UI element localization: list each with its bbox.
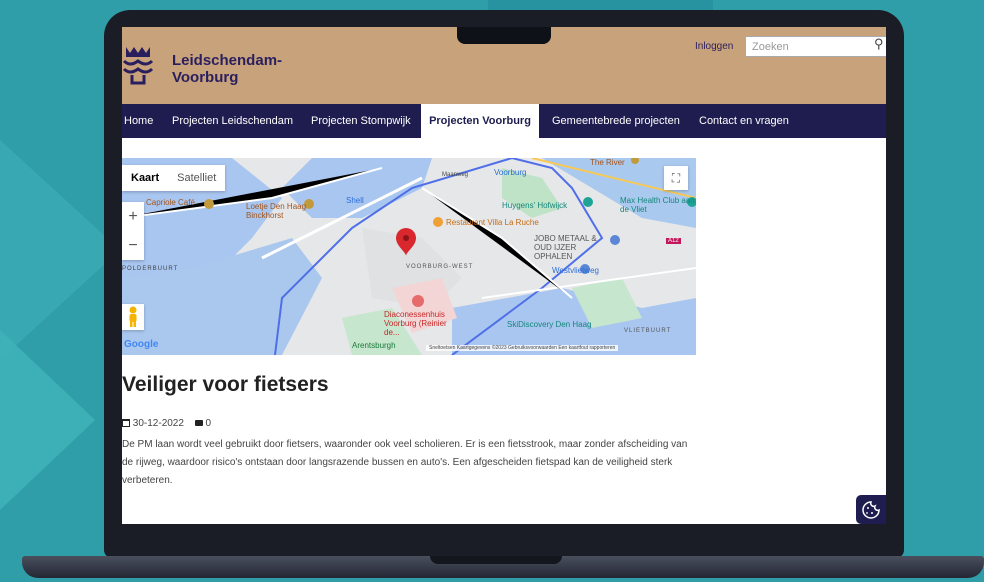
- map-type-kaart[interactable]: Kaart: [122, 165, 168, 191]
- map-label-capriole[interactable]: Capriole Café: [146, 198, 195, 207]
- nav-item-contact-en-vragen[interactable]: Contact en vragen: [699, 104, 789, 138]
- cookie-icon: [862, 501, 880, 519]
- comment-icon: [194, 420, 203, 426]
- map-label-shell[interactable]: Shell: [346, 196, 364, 205]
- map-zoom-control: + −: [122, 202, 144, 260]
- project-map[interactable]: Kaart Satelliet + − ⛶ Capriole Café Loet…: [122, 158, 696, 355]
- map-label-villa[interactable]: Restaurant Villa La Ruche: [446, 218, 539, 227]
- comment-count[interactable]: 0: [206, 418, 212, 429]
- search-icon[interactable]: ⚲: [874, 36, 884, 52]
- map-label-vlietbuurt[interactable]: VLIETBUURT: [624, 328, 671, 334]
- calendar-icon: [122, 419, 130, 427]
- map-label-jobo[interactable]: JOBO METAAL & OUD IJZER OPHALEN: [534, 234, 614, 261]
- map-label-voorburg-west[interactable]: VOORBURG-WEST: [406, 264, 473, 270]
- map-label-westvlietweg[interactable]: Westvlietweg: [552, 266, 599, 275]
- main-navigation: Home Projecten Leidschendam Projecten St…: [122, 104, 886, 138]
- decorative-shape: [0, 140, 120, 360]
- zoom-in-button[interactable]: +: [122, 202, 144, 231]
- map-label-huygens[interactable]: Huygens' Hofwijck: [502, 201, 567, 210]
- map-attribution[interactable]: Sneltoetsen Kaartgegevens ©2023 Gebruiks…: [426, 345, 619, 351]
- decorative-shape: [0, 330, 95, 510]
- post-date: 30-12-2022: [132, 418, 184, 429]
- map-label-polderbuurt[interactable]: POLDERBUURT: [122, 266, 178, 272]
- map-label-loetje[interactable]: Loetje Den Haag Binckhorst: [246, 202, 316, 220]
- post-title: Veiliger voor fietsers: [122, 373, 329, 396]
- pegman-icon[interactable]: [122, 304, 144, 330]
- map-label-arentsburgh[interactable]: Arentsburgh: [352, 341, 396, 350]
- nav-item-projecten-voorburg[interactable]: Projecten Voorburg: [421, 104, 539, 138]
- browser-screen: Leidschendam- Voorburg Inloggen ⚲ Home P…: [122, 27, 886, 524]
- nav-item-home[interactable]: Home: [124, 104, 153, 138]
- map-type-toggle: Kaart Satelliet: [122, 165, 226, 191]
- cookie-settings-button[interactable]: [856, 495, 886, 524]
- map-label-the-river[interactable]: The River: [590, 158, 625, 167]
- map-label-max[interactable]: Max Health Club aan de Vliet: [620, 196, 696, 214]
- site-title-line2: Voorburg: [172, 69, 239, 86]
- map-label-a12[interactable]: A12: [666, 238, 681, 244]
- fullscreen-icon[interactable]: ⛶: [664, 166, 688, 190]
- zoom-out-button[interactable]: −: [122, 231, 144, 260]
- site-title[interactable]: Leidschendam- Voorburg: [172, 52, 282, 86]
- post-body: De PM laan wordt veel gebruikt door fiet…: [122, 439, 688, 486]
- search-input[interactable]: [745, 36, 886, 57]
- camera-notch: [457, 27, 551, 44]
- map-type-satelliet[interactable]: Satelliet: [168, 165, 225, 191]
- nav-item-gemeentebrede-projecten[interactable]: Gemeentebrede projecten: [552, 104, 680, 138]
- google-logo[interactable]: Google: [124, 339, 158, 350]
- map-label-maanweg[interactable]: Maanweg: [442, 172, 468, 178]
- map-label-skidiscovery[interactable]: SkiDiscovery Den Haag: [507, 320, 591, 329]
- nav-item-projecten-stompwijk[interactable]: Projecten Stompwijk: [311, 104, 411, 138]
- site-title-line1: Leidschendam-: [172, 52, 283, 69]
- municipality-logo-icon[interactable]: [122, 43, 154, 87]
- laptop-hinge: [430, 556, 562, 564]
- map-label-voorburg-station[interactable]: Voorburg: [494, 168, 526, 177]
- nav-item-projecten-leidschendam[interactable]: Projecten Leidschendam: [172, 104, 293, 138]
- login-link[interactable]: Inloggen: [695, 41, 733, 52]
- post-meta: 30-12-2022 0: [122, 418, 211, 429]
- map-label-diaconessenhuis[interactable]: Diaconessenhuis Voorburg (Reinier de...: [384, 310, 464, 337]
